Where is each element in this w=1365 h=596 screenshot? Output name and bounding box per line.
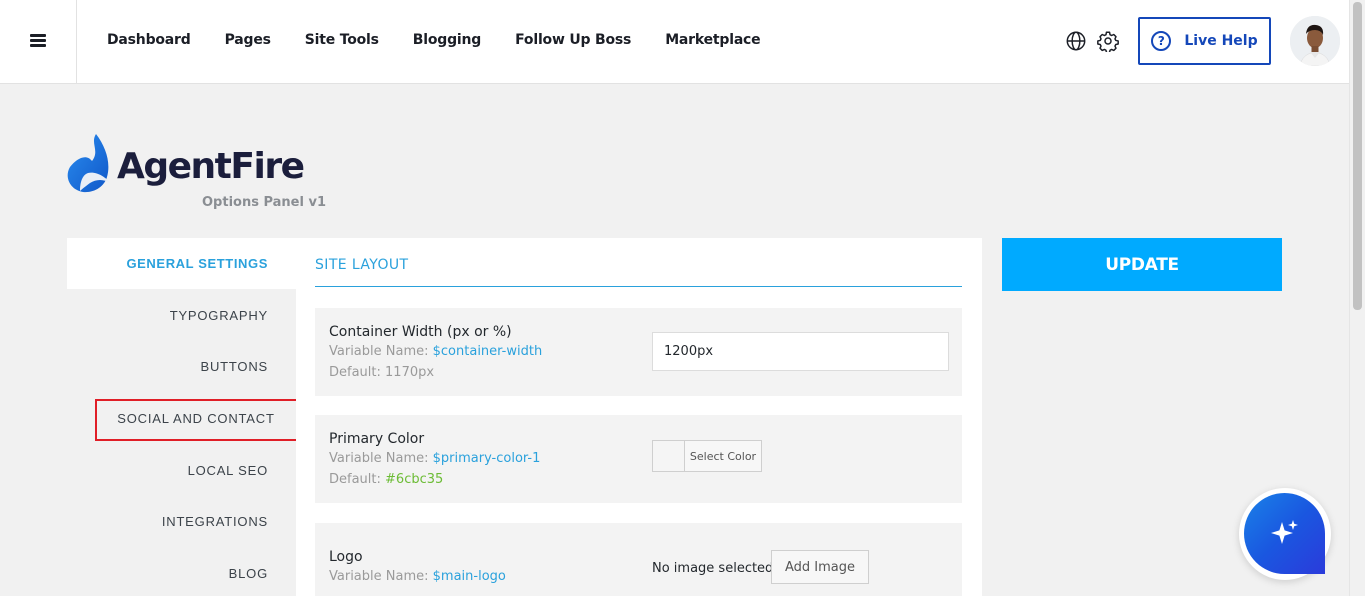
no-image-text: No image selected	[652, 561, 774, 576]
section-title: SITE LAYOUT	[315, 257, 409, 273]
settings-sidebar: GENERAL SETTINGS TYPOGRAPHY BUTTONS SOCI…	[67, 238, 296, 596]
settings-panel: SITE LAYOUT Container Width (px or %) Va…	[296, 238, 982, 596]
tab-social-and-contact[interactable]: SOCIAL AND CONTACT	[96, 393, 296, 444]
hamburger-menu-button[interactable]	[0, 0, 77, 84]
nav-marketplace[interactable]: Marketplace	[665, 32, 760, 48]
default-value: Default: 1170px	[329, 365, 435, 380]
field-label: Container Width (px or %)	[329, 324, 512, 340]
tab-typography[interactable]: TYPOGRAPHY	[67, 290, 296, 341]
field-logo: Logo Variable Name: $main-logo No image …	[315, 523, 962, 596]
default-value: Default: #6cbc35	[329, 472, 444, 487]
select-color-button[interactable]: Select Color	[652, 440, 762, 472]
field-container-width: Container Width (px or %) Variable Name:…	[315, 308, 962, 396]
tab-buttons[interactable]: BUTTONS	[67, 341, 296, 392]
add-image-button[interactable]: Add Image	[771, 550, 869, 584]
tab-local-seo[interactable]: LOCAL SEO	[67, 445, 296, 496]
question-icon: ?	[1151, 31, 1172, 51]
nav-dashboard[interactable]: Dashboard	[107, 32, 191, 48]
variable-name: Variable Name: $container-width	[329, 344, 543, 359]
variable-name: Variable Name: $primary-color-1	[329, 451, 541, 466]
color-swatch	[653, 441, 685, 471]
tab-integrations[interactable]: INTEGRATIONS	[67, 496, 296, 547]
update-button[interactable]: UPDATE	[1002, 238, 1282, 291]
section-divider	[315, 286, 962, 287]
sparkle-icon	[1270, 519, 1298, 544]
live-help-label: Live Help	[1184, 33, 1258, 49]
user-avatar[interactable]	[1290, 16, 1340, 66]
hamburger-menu-icon	[29, 33, 46, 47]
flame-logo-icon	[67, 134, 110, 193]
variable-name: Variable Name: $main-logo	[329, 569, 506, 584]
page-scrollbar[interactable]	[1349, 0, 1365, 596]
gear-icon[interactable]	[1097, 30, 1119, 52]
field-primary-color: Primary Color Variable Name: $primary-co…	[315, 415, 962, 503]
live-help-button[interactable]: ? Live Help	[1138, 17, 1271, 65]
nav-blogging[interactable]: Blogging	[413, 32, 482, 48]
brand-name: AgentFire	[117, 146, 305, 187]
nav-site-tools[interactable]: Site Tools	[305, 32, 379, 48]
brand-subtitle: Options Panel v1	[202, 195, 327, 210]
main-nav: Dashboard Pages Site Tools Blogging Foll…	[107, 0, 794, 84]
select-color-label: Select Color	[689, 449, 757, 463]
field-label: Logo	[329, 549, 363, 565]
tab-general-settings[interactable]: GENERAL SETTINGS	[67, 238, 296, 289]
field-label: Primary Color	[329, 431, 425, 447]
top-bar: Dashboard Pages Site Tools Blogging Foll…	[0, 0, 1349, 84]
tab-blog[interactable]: BLOG	[67, 548, 296, 596]
nav-pages[interactable]: Pages	[225, 32, 271, 48]
scrollbar-thumb[interactable]	[1353, 2, 1362, 310]
container-width-input[interactable]: 1200px	[652, 332, 949, 371]
ai-assistant-button[interactable]	[1244, 493, 1325, 574]
globe-icon[interactable]	[1065, 30, 1087, 52]
nav-follow-up-boss[interactable]: Follow Up Boss	[515, 32, 631, 48]
